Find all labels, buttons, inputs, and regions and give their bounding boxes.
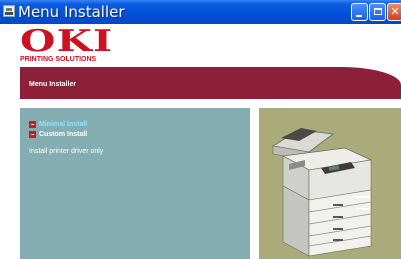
bullet-icon bbox=[29, 131, 36, 138]
title-bar[interactable]: Menu Installer ✕ bbox=[0, 0, 401, 24]
close-icon: ✕ bbox=[390, 5, 400, 18]
app-icon[interactable] bbox=[3, 5, 15, 17]
minimize-button[interactable] bbox=[351, 3, 368, 21]
brand-tagline: PRINTING SOLUTIONS bbox=[20, 56, 97, 63]
printer-image bbox=[271, 128, 373, 257]
option-label[interactable]: Custom Install bbox=[39, 130, 87, 139]
option-label[interactable]: Minimal Install bbox=[39, 120, 87, 129]
minimize-icon bbox=[352, 4, 367, 20]
banner-title: Menu Installer bbox=[29, 81, 77, 88]
option-description: Install printer driver only bbox=[29, 148, 104, 155]
bullet-icon bbox=[29, 121, 36, 128]
oki-logo: OKI bbox=[20, 24, 114, 59]
maximize-icon bbox=[370, 4, 385, 20]
header-banner bbox=[20, 67, 401, 99]
maximize-button[interactable] bbox=[369, 3, 386, 21]
printer-image-panel bbox=[259, 108, 401, 259]
close-button[interactable]: ✕ bbox=[387, 3, 401, 21]
window-title: Menu Installer bbox=[18, 3, 125, 21]
